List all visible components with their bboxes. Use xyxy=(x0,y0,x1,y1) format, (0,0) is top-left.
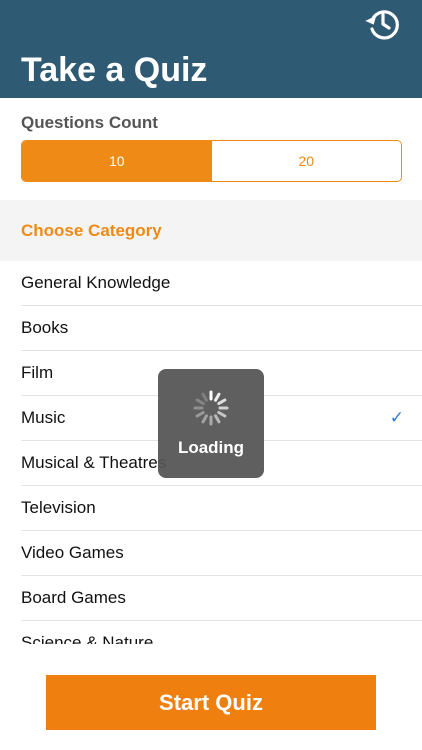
category-row-video-games[interactable]: Video Games xyxy=(21,531,422,576)
category-header-label: Choose Category xyxy=(21,221,162,240)
category-row-science-nature[interactable]: Science & Nature xyxy=(21,621,422,644)
category-label: Television xyxy=(21,498,96,517)
category-label: Books xyxy=(21,318,69,337)
category-row-books[interactable]: Books xyxy=(21,306,422,351)
category-label: Video Games xyxy=(21,543,124,562)
category-row-television[interactable]: Television xyxy=(21,486,422,531)
segment-10[interactable]: 10 xyxy=(22,141,212,181)
questions-count-label: Questions Count xyxy=(21,113,158,132)
checkmark-icon: ✓ xyxy=(389,408,404,427)
loading-text: Loading xyxy=(177,438,245,457)
category-label: General Knowledge xyxy=(21,273,171,292)
category-label: Music xyxy=(21,408,66,427)
category-label: Board Games xyxy=(21,588,126,607)
category-label: Musical & Theatres xyxy=(21,453,167,472)
start-quiz-button[interactable]: Start Quiz xyxy=(46,675,376,730)
segment-20[interactable]: 20 xyxy=(211,141,401,181)
questions-count-control: 10 20 xyxy=(21,140,402,182)
category-label: Film xyxy=(21,363,54,382)
history-button[interactable] xyxy=(363,4,403,44)
category-section-header: Choose Category xyxy=(0,200,422,261)
category-row-board-games[interactable]: Board Games xyxy=(21,576,422,621)
loading-overlay: Loading xyxy=(158,369,264,478)
spinner-icon xyxy=(193,390,229,426)
category-label: Science & Nature xyxy=(21,633,154,644)
category-row-general-knowledge[interactable]: General Knowledge xyxy=(21,261,422,306)
history-icon xyxy=(365,10,399,40)
nav-bar: Take a Quiz xyxy=(0,0,422,98)
page-title: Take a Quiz xyxy=(21,51,208,89)
